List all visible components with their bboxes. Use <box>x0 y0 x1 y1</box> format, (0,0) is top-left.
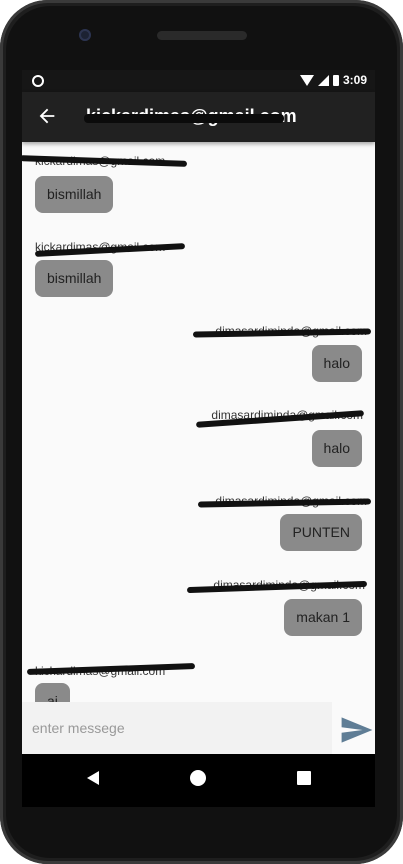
message-bubble: ai <box>35 683 70 702</box>
phone-frame: 3:09 kickardimas@gmail.com kickardimas@g… <box>0 0 403 864</box>
message-list[interactable]: kickardimas@gmail.com bismillah kickardi… <box>22 142 375 702</box>
status-time: 3:09 <box>342 73 367 87</box>
nav-back-icon[interactable] <box>86 770 100 786</box>
send-icon[interactable] <box>340 716 374 744</box>
status-bar: 3:09 <box>22 70 375 92</box>
notification-icon <box>32 75 44 87</box>
message-bubble: makan 1 <box>284 599 362 636</box>
wifi-icon <box>299 74 314 86</box>
nav-home-icon[interactable] <box>190 770 206 786</box>
redaction-scribble <box>84 114 284 123</box>
status-icons: 3:09 <box>299 73 367 87</box>
message-bubble: halo <box>311 345 362 382</box>
nav-recent-apps-icon[interactable] <box>297 771 311 785</box>
app-bar: kickardimas@gmail.com <box>22 92 375 142</box>
message-bubble: bismillah <box>35 176 114 213</box>
screen: 3:09 kickardimas@gmail.com kickardimas@g… <box>22 70 375 807</box>
system-nav-bar <box>22 754 375 807</box>
message-bubble: PUNTEN <box>280 514 362 551</box>
message-bubble: halo <box>311 430 362 467</box>
battery-icon <box>332 74 339 86</box>
message-bubble: bismillah <box>35 260 114 297</box>
cell-signal-icon <box>317 74 329 86</box>
arrow-back-icon[interactable] <box>36 105 58 127</box>
camera-lens <box>79 29 91 41</box>
message-input[interactable] <box>22 702 332 754</box>
message-composer <box>22 702 375 754</box>
earpiece-speaker <box>157 31 247 40</box>
